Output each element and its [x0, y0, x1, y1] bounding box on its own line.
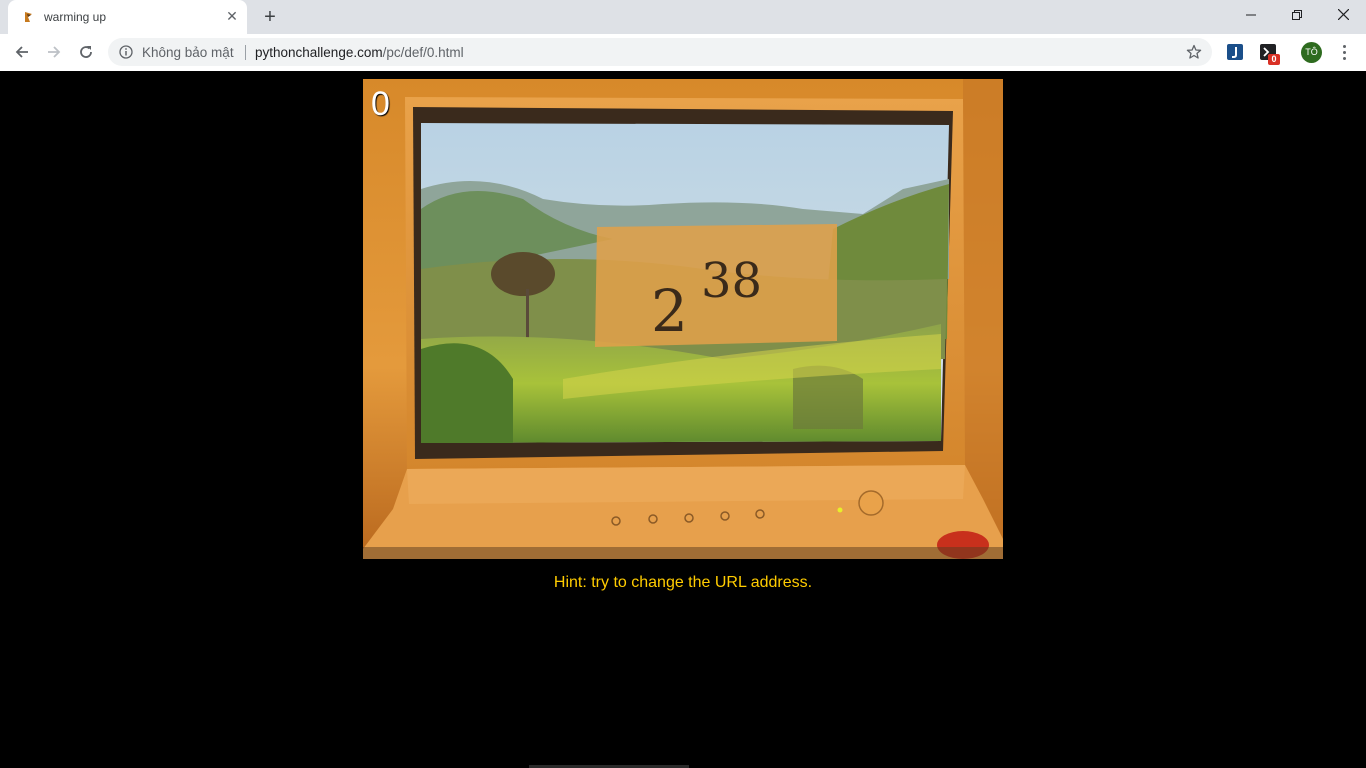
browser-toolbar: Không bảo mật pythonchallenge.com/pc/def…	[0, 34, 1366, 72]
minimize-icon	[1246, 14, 1256, 16]
forward-button[interactable]	[41, 39, 67, 65]
level-number: 0	[371, 85, 390, 123]
back-button[interactable]	[9, 39, 35, 65]
forward-icon	[48, 46, 61, 58]
extension-icon[interactable]	[1226, 43, 1244, 61]
url-text[interactable]: pythonchallenge.com/pc/def/0.html	[255, 45, 464, 60]
reload-icon	[80, 46, 92, 58]
url-host: pythonchallenge.com	[255, 45, 383, 60]
tab-active[interactable]: warming up ✕	[8, 0, 247, 34]
address-separator	[245, 45, 246, 60]
new-tab-button[interactable]: +	[259, 6, 281, 28]
reload-button[interactable]	[73, 39, 99, 65]
tab-close-icon[interactable]: ✕	[225, 9, 239, 23]
star-icon[interactable]	[1186, 44, 1202, 60]
address-bar[interactable]: Không bảo mật pythonchallenge.com/pc/def…	[108, 38, 1212, 66]
tab-title: warming up	[44, 10, 107, 24]
back-icon	[15, 46, 28, 58]
info-icon[interactable]	[119, 45, 133, 59]
restore-icon	[1292, 10, 1302, 20]
security-label[interactable]: Không bảo mật	[142, 45, 234, 60]
minimize-button[interactable]	[1228, 0, 1274, 30]
tab-strip: warming up ✕ +	[0, 0, 1366, 34]
page-viewport: 2 38 0 Hint: try to change the URL addre…	[0, 71, 1366, 768]
hint-text: Hint: try to change the URL address.	[553, 574, 813, 591]
url-path: /pc/def/0.html	[382, 45, 464, 60]
profile-avatar[interactable]: TÔ	[1301, 42, 1322, 63]
extension-badge: 0	[1268, 54, 1280, 65]
close-window-button[interactable]	[1320, 0, 1366, 30]
monitor-photo: 2 38	[363, 79, 1003, 559]
restore-button[interactable]	[1274, 0, 1320, 30]
python-challenge-favicon-icon	[25, 12, 32, 22]
formula-base: 2	[651, 277, 688, 345]
menu-icon[interactable]	[1336, 42, 1352, 62]
close-icon	[1337, 8, 1349, 21]
formula-exponent: 38	[701, 253, 762, 309]
